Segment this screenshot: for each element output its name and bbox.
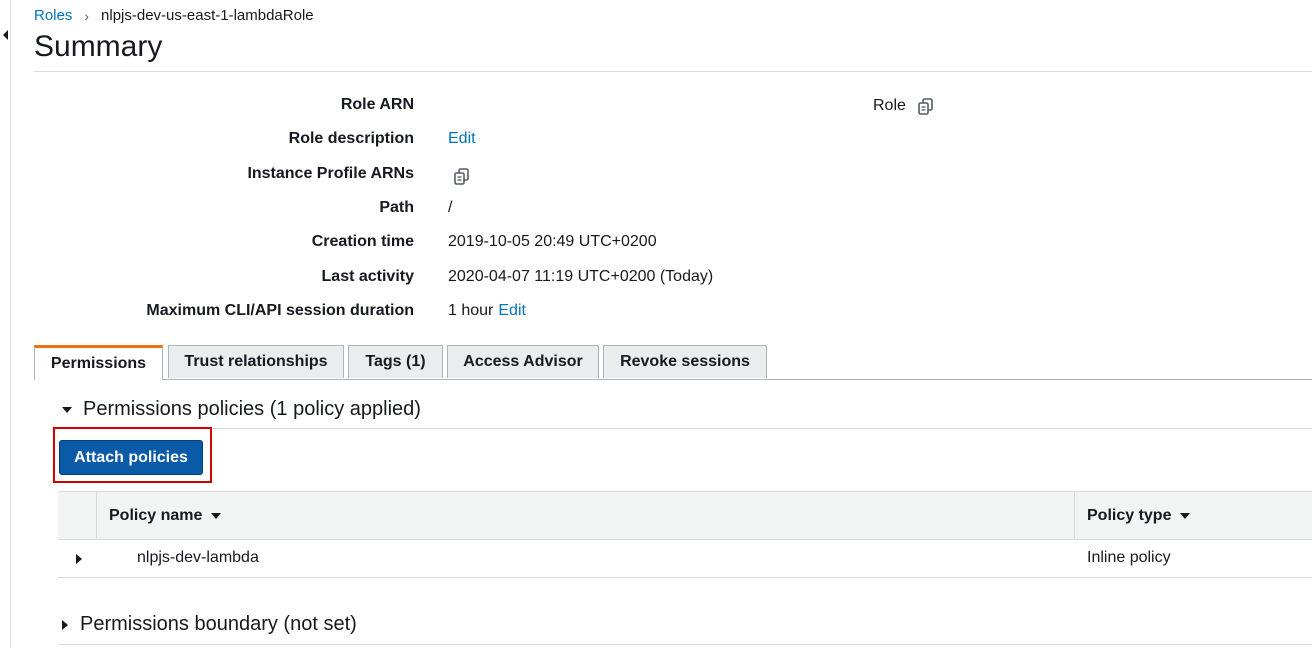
path-label: Path (379, 199, 414, 216)
edit-description-link[interactable]: Edit (448, 130, 476, 148)
summary-row-last-activity: Last activity 2020-04-07 11:19 UTC+0200 … (34, 268, 1234, 288)
role-arn-value: Role (873, 96, 936, 116)
role-arn-text: Role (873, 97, 906, 114)
expand-row-icon[interactable] (76, 554, 82, 564)
column-divider (96, 492, 97, 539)
permissions-boundary-toggle[interactable]: Permissions boundary (not set) (62, 613, 357, 636)
column-header-label: Policy type (1087, 506, 1172, 524)
summary-row-max-session: Maximum CLI/API session duration 1 hour … (34, 302, 1234, 322)
last-activity-label: Last activity (321, 268, 414, 285)
chevron-right-icon: › (84, 7, 90, 24)
edit-session-duration-link[interactable]: Edit (498, 302, 526, 320)
max-session-label: Maximum CLI/API session duration (146, 302, 414, 319)
tab-tags[interactable]: Tags (1) (348, 345, 443, 378)
summary-row-creation-time: Creation time 2019-10-05 20:49 UTC+0200 (34, 233, 1234, 253)
breadcrumb-roles-link[interactable]: Roles (34, 7, 72, 24)
attach-policies-button[interactable]: Attach policies (59, 440, 203, 475)
summary-row-instance-profile: Instance Profile ARNs (34, 165, 1234, 185)
column-header-policy-type[interactable]: Policy type (1087, 492, 1191, 539)
divider (58, 428, 1312, 429)
path-value: / (448, 199, 453, 216)
creation-time-label: Creation time (311, 233, 414, 250)
role-arn-label: Role ARN (340, 96, 414, 113)
summary-row-role-description: Role description Edit (34, 130, 1234, 150)
sort-caret-icon (1180, 512, 1191, 519)
breadcrumb-current: nlpjs-dev-us-east-1-lambdaRole (101, 7, 314, 24)
max-session-value: 1 hour Edit (448, 302, 526, 320)
copy-icon[interactable] (916, 96, 936, 116)
max-session-duration: 1 hour (448, 302, 494, 319)
divider (34, 71, 1312, 72)
tab-trust-relationships[interactable]: Trust relationships (168, 345, 344, 378)
role-description-label: Role description (288, 130, 414, 147)
last-activity-value: 2020-04-07 11:19 UTC+0200 (Today) (448, 268, 714, 285)
tab-access-advisor[interactable]: Access Advisor (447, 345, 599, 378)
caret-right-icon (62, 619, 68, 630)
policy-name-cell[interactable]: nlpjs-dev-lambda (137, 549, 259, 567)
instance-profile-label: Instance Profile ARNs (247, 165, 414, 182)
copy-icon[interactable] (452, 166, 472, 186)
breadcrumb: Roles › nlpjs-dev-us-east-1-lambdaRole (34, 7, 314, 24)
divider (58, 644, 1312, 645)
sort-caret-icon (211, 512, 222, 519)
tab-permissions[interactable]: Permissions (34, 345, 163, 380)
policy-type-cell: Inline policy (1087, 549, 1171, 566)
permissions-policies-toggle[interactable]: Permissions policies (1 policy applied) (62, 398, 421, 421)
page-title: Summary (34, 30, 163, 63)
column-divider (1074, 492, 1075, 539)
table-row: nlpjs-dev-lambda Inline policy (58, 539, 1312, 578)
column-header-label: Policy name (109, 506, 203, 524)
table-header: Policy name Policy type (58, 491, 1312, 540)
collapse-caret-icon[interactable] (3, 30, 8, 40)
role-tabs: Permissions Trust relationships Tags (1)… (34, 345, 1312, 380)
policies-table: Policy name Policy type nlpjs-dev-lambda… (58, 491, 1312, 578)
role-description-value: Edit (448, 130, 476, 148)
summary-row-path: Path / (34, 199, 1234, 219)
side-nav-collapse-rail[interactable] (0, 0, 11, 648)
creation-time-value: 2019-10-05 20:49 UTC+0200 (448, 233, 657, 250)
permissions-policies-title: Permissions policies (1 policy applied) (83, 398, 421, 420)
instance-profile-value (452, 166, 472, 186)
summary-row-role-arn: Role ARN Role (34, 96, 1234, 116)
caret-down-icon (62, 406, 72, 413)
column-header-policy-name[interactable]: Policy name (109, 492, 222, 539)
tab-revoke-sessions[interactable]: Revoke sessions (603, 345, 767, 378)
permissions-boundary-title: Permissions boundary (not set) (80, 613, 357, 635)
